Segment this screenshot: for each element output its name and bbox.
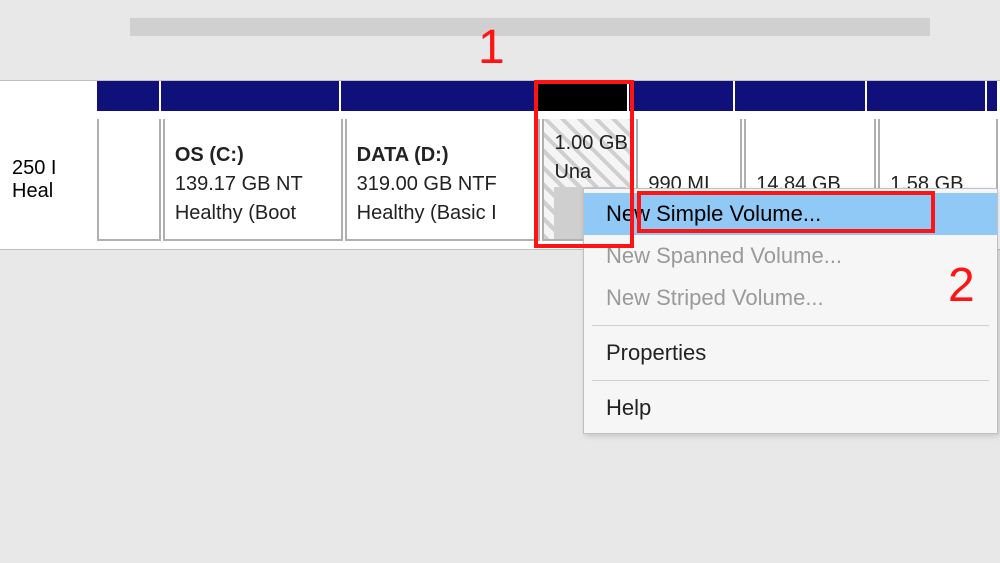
partition-header[interactable]: [867, 81, 987, 111]
annotation-label-2: 2: [948, 258, 975, 313]
disk-size-line: 250 I: [12, 157, 95, 180]
disk-status-line: Heal: [12, 180, 95, 203]
context-menu: New Simple Volume... New Spanned Volume.…: [583, 188, 998, 434]
partition-status: Healthy (Basic I: [357, 199, 533, 228]
partition-data-d[interactable]: DATA (D:) 319.00 GB NTF Healthy (Basic I: [345, 119, 541, 241]
menu-separator: [592, 325, 989, 326]
menu-new-simple-volume[interactable]: New Simple Volume...: [584, 193, 997, 235]
top-gray-bar: [130, 18, 930, 36]
partition-reserved[interactable]: [97, 119, 161, 241]
partition-os-c[interactable]: OS (C:) 139.17 GB NT Healthy (Boot: [163, 119, 343, 241]
menu-separator: [592, 380, 989, 381]
disk-info-slot: 250 I Heal: [2, 119, 95, 241]
partition-header[interactable]: [341, 81, 537, 111]
partition-header[interactable]: [161, 81, 341, 111]
menu-properties[interactable]: Properties: [584, 332, 997, 374]
header-spacer: [0, 81, 97, 111]
partition-title: DATA (D:): [357, 141, 533, 170]
partition-size: 139.17 GB NT: [175, 170, 335, 199]
partition-header[interactable]: [987, 81, 999, 111]
annotation-label-1: 1: [478, 20, 505, 75]
partition-header-selected[interactable]: [537, 81, 629, 111]
partition-size: 319.00 GB NTF: [357, 170, 533, 199]
menu-new-spanned-volume: New Spanned Volume...: [584, 235, 997, 277]
partition-status: Una: [554, 158, 626, 187]
partition-status: Healthy (Boot: [175, 199, 335, 228]
menu-help[interactable]: Help: [584, 387, 997, 429]
partition-header[interactable]: [97, 81, 161, 111]
partition-size: 1.00 GB: [554, 129, 626, 158]
menu-new-striped-volume: New Striped Volume...: [584, 277, 997, 319]
partition-title: OS (C:): [175, 141, 335, 170]
disk-header-row: [0, 81, 1000, 111]
partition-header[interactable]: [629, 81, 735, 111]
partition-header[interactable]: [735, 81, 867, 111]
